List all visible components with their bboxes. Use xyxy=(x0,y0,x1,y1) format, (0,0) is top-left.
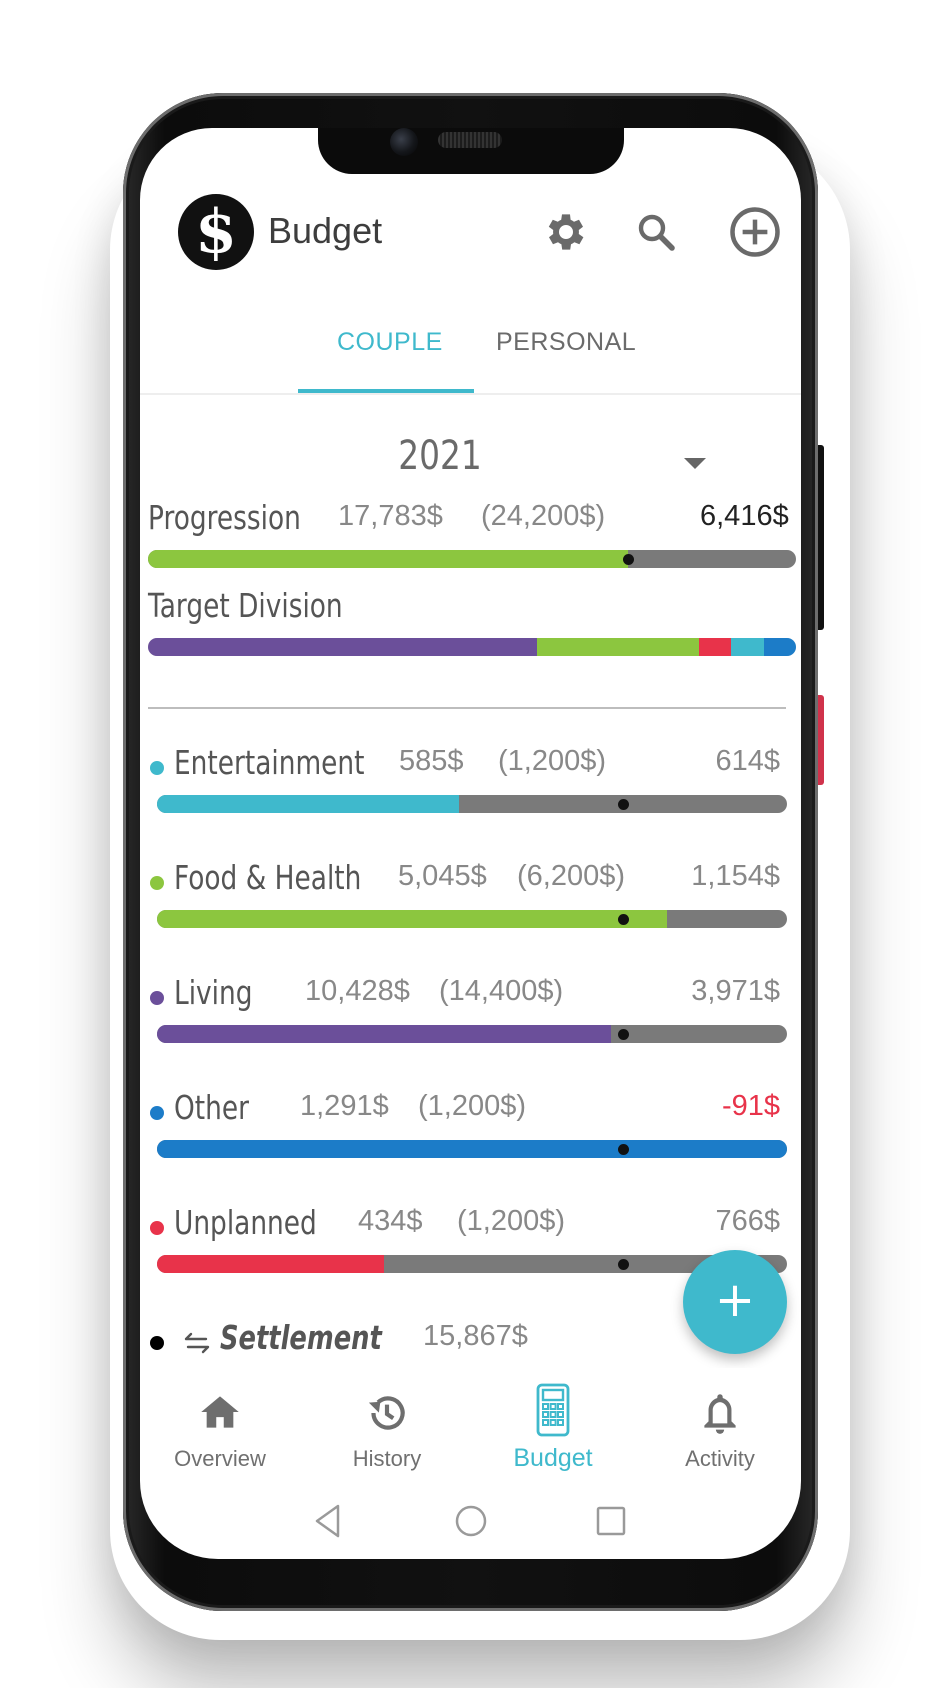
progression-bar-fill xyxy=(148,550,628,568)
progression-spent: 17,783$ xyxy=(338,500,443,532)
category-target: (1,200$) xyxy=(418,1090,527,1122)
settlement-label[interactable]: Settlement xyxy=(220,1318,427,1357)
division-segment-living xyxy=(148,638,537,656)
history-icon xyxy=(368,1396,405,1430)
swap-arrows-icon xyxy=(184,1332,210,1354)
app-screen: $ Budget COUPLE PERSONAL 2021 Progressio… xyxy=(140,128,801,1559)
category-target-marker xyxy=(618,913,630,925)
recents-icon[interactable] xyxy=(595,1503,627,1539)
gear-icon[interactable] xyxy=(542,208,590,256)
category-target: (6,200$) xyxy=(517,860,626,892)
category-color-dot xyxy=(150,1221,164,1235)
category-spent: 434$ xyxy=(358,1205,423,1237)
target-division-bar xyxy=(148,638,796,656)
category-name[interactable]: Entertainment xyxy=(174,743,412,782)
home-icon xyxy=(201,1396,239,1428)
add-circle-icon[interactable] xyxy=(728,205,782,259)
division-segment-food-health xyxy=(536,638,699,656)
category-target: (14,400$) xyxy=(439,975,564,1007)
category-spent: 10,428$ xyxy=(305,975,410,1007)
tab-couple[interactable]: COUPLE xyxy=(337,328,443,357)
progression-target: (24,200$) xyxy=(481,500,606,532)
category-name[interactable]: Other xyxy=(174,1088,268,1127)
front-camera xyxy=(390,128,418,156)
nav-label-overview: Overview xyxy=(174,1446,266,1471)
category-target-marker xyxy=(618,1143,630,1155)
stage: $ Budget COUPLE PERSONAL 2021 Progressio… xyxy=(0,0,950,1688)
app-logo: $ xyxy=(178,194,254,270)
progression-remaining: 6,416$ xyxy=(700,500,789,532)
category-color-dot xyxy=(150,1106,164,1120)
section-divider xyxy=(148,707,786,709)
category-name[interactable]: Living xyxy=(174,973,272,1012)
category-remaining: 1,154$ xyxy=(691,860,780,892)
nav-label-history: History xyxy=(352,1446,422,1471)
tab-personal[interactable]: PERSONAL xyxy=(496,328,636,357)
category-remaining: 3,971$ xyxy=(691,975,780,1007)
category-remaining: 766$ xyxy=(715,1205,780,1237)
category-spent: 1,291$ xyxy=(300,1090,389,1122)
category-color-dot xyxy=(150,991,164,1005)
category-progress-bar xyxy=(157,1140,787,1158)
category-progress-fill xyxy=(157,1140,787,1158)
division-segment-entertainment xyxy=(731,638,764,656)
target-division-label: Target Division xyxy=(148,586,343,625)
category-name[interactable]: Food & Health xyxy=(174,858,408,897)
category-spent: 5,045$ xyxy=(398,860,487,892)
category-name[interactable]: Unplanned xyxy=(174,1203,353,1242)
category-target-marker xyxy=(618,1258,630,1270)
category-remaining: -91$ xyxy=(721,1090,780,1122)
nav-label-budget: Budget xyxy=(513,1444,593,1472)
category-progress-fill xyxy=(157,910,668,928)
category-progress-bar xyxy=(157,910,787,928)
add-transaction-button[interactable]: + xyxy=(683,1250,787,1354)
category-color-dot xyxy=(150,761,164,775)
progression-label: Progression xyxy=(148,498,301,537)
year-selector-value[interactable]: 2021 xyxy=(358,433,522,479)
category-spent: 585$ xyxy=(399,745,464,777)
bottom-navigation: Overview History Budget Activity xyxy=(140,1368,801,1478)
category-progress-bar xyxy=(157,1025,787,1043)
category-target: (1,200$) xyxy=(498,745,607,777)
progression-bar xyxy=(148,550,796,568)
dropdown-caret-icon[interactable] xyxy=(684,458,706,469)
category-target: (1,200$) xyxy=(457,1205,566,1237)
category-progress-fill xyxy=(157,795,460,813)
home-circle-icon[interactable] xyxy=(454,1503,488,1539)
back-icon[interactable] xyxy=(312,1503,344,1539)
category-target-marker xyxy=(618,798,630,810)
nav-label-activity: Activity xyxy=(685,1446,755,1471)
earpiece-speaker xyxy=(438,132,502,148)
division-segment-unplanned xyxy=(698,638,732,656)
app-title: Budget xyxy=(268,210,383,251)
settlement-amount: 15,867$ xyxy=(423,1320,528,1352)
bell-icon xyxy=(704,1394,736,1434)
category-color-dot xyxy=(150,876,164,890)
power-button xyxy=(818,695,824,785)
tab-bar-border xyxy=(140,393,801,395)
progression-target-marker xyxy=(622,553,634,565)
search-icon[interactable] xyxy=(632,208,680,256)
category-remaining: 614$ xyxy=(715,745,780,777)
calculator-icon xyxy=(536,1383,570,1437)
category-progress-fill xyxy=(157,1255,384,1273)
category-progress-bar xyxy=(157,795,787,813)
volume-button xyxy=(818,445,824,630)
category-target-marker xyxy=(618,1028,630,1040)
division-segment-other xyxy=(763,638,796,656)
settlement-dot xyxy=(150,1336,164,1350)
category-progress-fill xyxy=(157,1025,611,1043)
notch xyxy=(318,128,624,174)
logo-dollar-symbol: $ xyxy=(195,197,237,267)
